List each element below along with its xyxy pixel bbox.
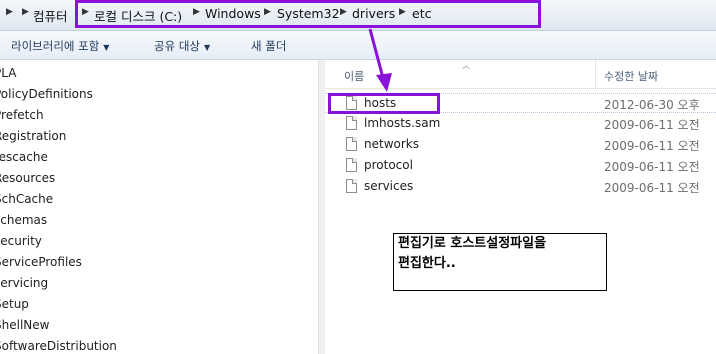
file-name: lmhosts.sam (364, 116, 441, 130)
file-icon (346, 179, 357, 193)
file-row-networks[interactable]: networks 2009-06-11 오전 (325, 135, 716, 155)
nav-tree-item[interactable]: rescache (0, 150, 48, 164)
nav-tree-item[interactable]: servicing (0, 276, 48, 290)
file-row-lmhosts[interactable]: lmhosts.sam 2009-06-11 오전 (325, 114, 716, 134)
share-with-label: 공유 대상 (154, 39, 200, 53)
column-divider[interactable] (595, 60, 596, 88)
nav-tree-item[interactable]: Setup (0, 297, 29, 311)
file-icon (346, 158, 357, 172)
nav-tree-item[interactable]: Resources (0, 171, 55, 185)
nav-tree-item[interactable]: SchCache (0, 192, 53, 206)
nav-tree-item[interactable]: PolicyDefinitions (0, 87, 93, 101)
nav-tree-item[interactable]: ServiceProfiles (0, 255, 82, 269)
file-date: 2009-06-11 오전 (604, 139, 700, 153)
file-date: 2009-06-11 오전 (604, 181, 700, 195)
file-icon (346, 137, 357, 151)
file-icon (346, 116, 357, 130)
file-name: services (364, 179, 414, 193)
hosts-highlight-box (328, 93, 440, 114)
breadcrumb-computer[interactable]: 컴퓨터 (33, 6, 68, 25)
file-date: 2009-06-11 오전 (604, 160, 700, 174)
nav-tree-item[interactable]: ShellNew (0, 318, 49, 332)
new-folder-button[interactable]: 새 폴더 (251, 38, 286, 54)
column-header-date-modified[interactable]: 수정한 날짜 (604, 68, 658, 84)
nav-tree-item[interactable]: security (0, 234, 42, 248)
nav-tree-item[interactable]: Prefetch (0, 108, 44, 122)
command-toolbar: 라이브러리에 포함 ▼ 공유 대상 ▼ 새 폴더 (0, 31, 716, 60)
column-header: ︿ 이름 수정한 날짜 (325, 60, 716, 89)
file-row-protocol[interactable]: protocol 2009-06-11 오전 (325, 156, 716, 176)
chevron-down-icon: ▼ (103, 43, 110, 52)
nav-tree-item[interactable]: schemas (0, 213, 47, 227)
file-date: 2012-06-30 오후 (604, 98, 700, 112)
nav-tree-item[interactable]: PLA (0, 66, 16, 80)
address-bar[interactable]: ▶ 컴퓨터 ▶ ▶ 로컬 디스크 (C:) ▶ Windows ▶ System… (0, 0, 716, 31)
navigation-pane[interactable]: PLA PolicyDefinitions Prefetch Registrat… (0, 60, 318, 354)
sort-ascending-icon: ︿ (462, 61, 470, 70)
chevron-right-icon[interactable]: ▶ (22, 7, 29, 17)
file-row-services[interactable]: services 2009-06-11 오전 (325, 177, 716, 197)
include-in-library-label: 라이브러리에 포함 (11, 39, 100, 53)
file-name: networks (364, 137, 419, 151)
chevron-down-icon: ▼ (203, 43, 211, 52)
file-date: 2009-06-11 오전 (604, 118, 700, 132)
folder-small-icon: ▶ (6, 7, 13, 17)
address-highlight-box (75, 0, 541, 28)
annotation-note: 편집기로 호스트설정파일을 편집한다.. (393, 233, 607, 291)
nav-tree-item[interactable]: SoftwareDistribution (0, 339, 117, 353)
nav-tree-item[interactable]: Registration (0, 129, 66, 143)
file-name: protocol (364, 158, 413, 172)
column-header-name[interactable]: 이름 (344, 68, 364, 84)
include-in-library-button[interactable]: 라이브러리에 포함 ▼ (11, 38, 109, 54)
annotation-line-2: 편집한다.. (398, 256, 456, 271)
annotation-line-1: 편집기로 호스트설정파일을 (398, 236, 547, 251)
share-with-button[interactable]: 공유 대상 ▼ (154, 38, 210, 54)
